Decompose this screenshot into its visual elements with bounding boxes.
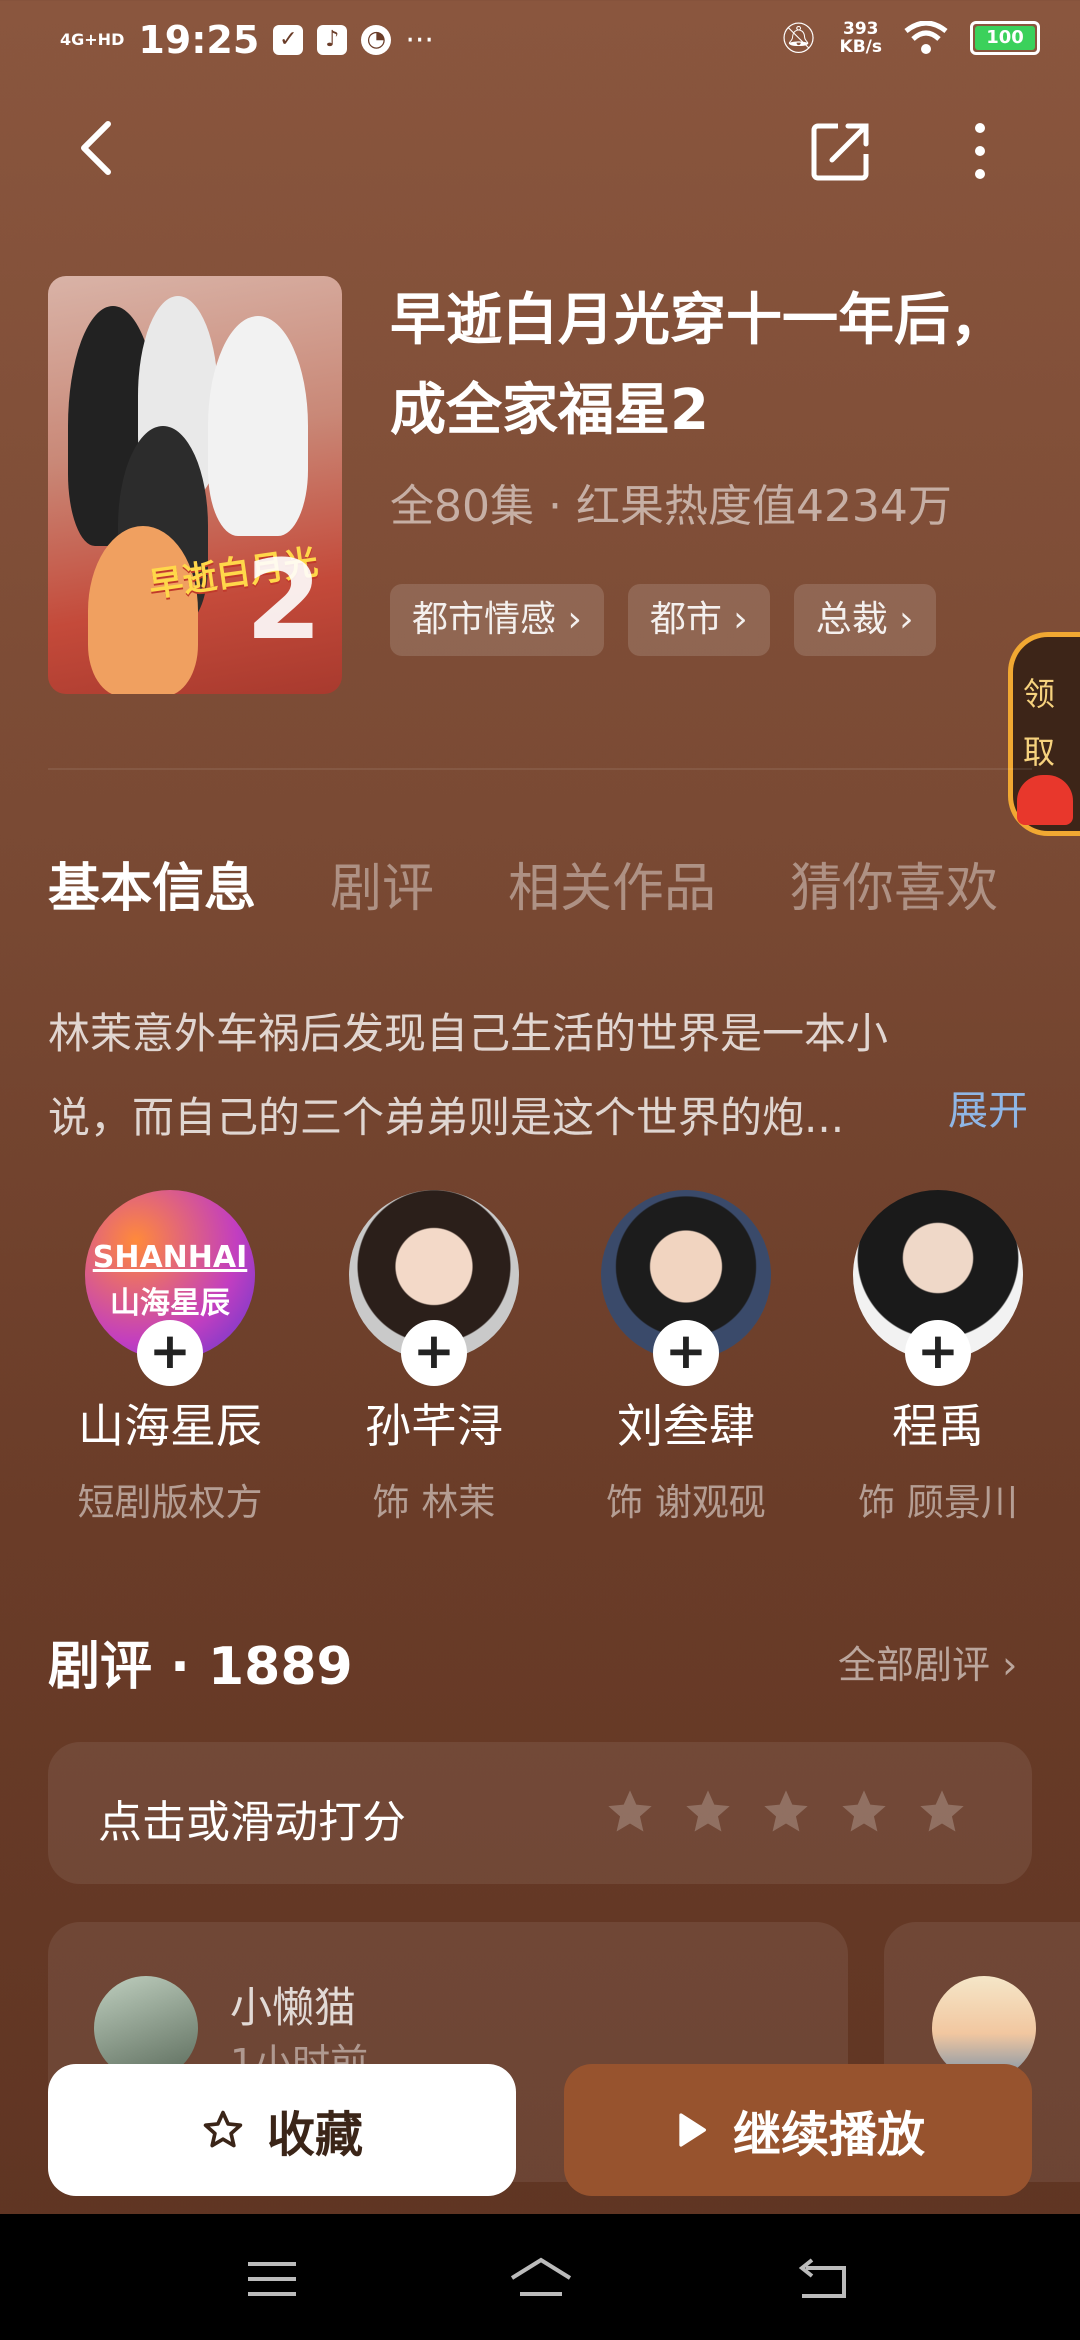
- logo-text-cn: 山海星辰: [110, 1286, 230, 1321]
- cast-item[interactable]: + 刘叁肆 饰 谢观砚: [576, 1190, 796, 1526]
- expand-synopsis-link[interactable]: 展开: [948, 1078, 1028, 1136]
- logo-text-en: SHANHAI: [92, 1240, 248, 1275]
- cast-name: 孙芊浔: [365, 1399, 503, 1453]
- star-rating[interactable]: [604, 1786, 968, 1838]
- divider: [48, 768, 1032, 770]
- more-options-icon[interactable]: [960, 118, 1000, 184]
- mute-icon: 🔕︎: [779, 20, 818, 56]
- favorite-button[interactable]: 收藏: [48, 2064, 516, 2196]
- follow-plus-icon[interactable]: +: [653, 1320, 719, 1386]
- net-speed-value: 393: [843, 19, 879, 39]
- cover-figure: [208, 316, 308, 536]
- back-nav-icon[interactable]: [792, 2254, 852, 2304]
- continue-play-label: 继续播放: [732, 2107, 925, 2163]
- star-icon[interactable]: [682, 1786, 734, 1838]
- tab-recommended[interactable]: 猜你喜欢: [790, 846, 998, 921]
- system-nav-bar: [0, 2214, 1080, 2340]
- tag-urban-romance[interactable]: 都市情感 ›: [390, 584, 604, 656]
- claim-label-2: 取: [1023, 733, 1056, 771]
- share-icon[interactable]: [808, 118, 874, 184]
- red-packet-icon: [1017, 775, 1073, 825]
- follow-plus-icon[interactable]: +: [905, 1320, 971, 1386]
- star-icon[interactable]: [838, 1786, 890, 1838]
- claim-label: 领 取: [1023, 665, 1055, 781]
- drama-title: 早逝白月光穿十一年后，成全家福星2: [390, 288, 1006, 443]
- rating-box[interactable]: 点击或滑动打分: [48, 1742, 1032, 1884]
- reviewer-name: 小懒猫: [230, 1983, 357, 2032]
- cast-role: 饰 林茉: [372, 1481, 496, 1524]
- cast-role: 饰 顾景川: [858, 1481, 1018, 1524]
- network-indicator: 4G+HD: [60, 30, 125, 49]
- cast-role: 短剧版权方: [77, 1481, 263, 1524]
- cast-role: 饰 谢观砚: [606, 1481, 766, 1524]
- tag-ceo[interactable]: 总裁 ›: [793, 584, 936, 656]
- clock: 19:25: [138, 18, 260, 62]
- status-left: 4G+HD 19:25 ✓ ♪ ◔ ···: [60, 18, 434, 62]
- cast-name: 山海星辰: [78, 1399, 262, 1453]
- cover-season-number: 2: [245, 536, 322, 664]
- back-icon[interactable]: [70, 118, 130, 178]
- star-outline-icon: [203, 2110, 243, 2148]
- play-icon: [679, 2113, 706, 2147]
- music-icon: ♪: [317, 25, 348, 55]
- net-speed-unit: KB/s: [839, 37, 882, 57]
- star-icon[interactable]: [760, 1786, 812, 1838]
- tab-related-works[interactable]: 相关作品: [508, 846, 716, 921]
- genre-tags: 都市情感 › 都市 › 总裁 ›: [390, 584, 936, 656]
- synopsis-text: 林茉意外车祸后发现自己生活的世界是一本小说，而自己的三个弟弟则是这个世界的炮..…: [48, 1009, 889, 1142]
- follow-plus-icon[interactable]: +: [137, 1320, 203, 1386]
- cast-item[interactable]: + 孙芊浔 饰 林茉: [324, 1190, 544, 1526]
- drama-cover-image[interactable]: 早逝白月光 2: [48, 276, 342, 694]
- reviews-heading: 剧评 · 1889: [48, 1637, 353, 1697]
- status-right: 🔕︎ 393 KB/s 100: [779, 20, 1040, 56]
- home-icon[interactable]: [506, 2254, 576, 2304]
- follow-plus-icon[interactable]: +: [401, 1320, 467, 1386]
- status-bar: 4G+HD 19:25 ✓ ♪ ◔ ··· 🔕︎ 393 KB/s 100: [0, 0, 1080, 84]
- continue-play-button[interactable]: 继续播放: [564, 2064, 1032, 2196]
- menu-icon[interactable]: [242, 2254, 302, 2304]
- net-speed: 393 KB/s: [840, 20, 882, 56]
- battery-level: 100: [975, 26, 1035, 50]
- star-icon[interactable]: [604, 1786, 656, 1838]
- rating-prompt: 点击或滑动打分: [98, 1797, 406, 1848]
- claim-label-1: 领: [1023, 675, 1056, 713]
- tag-urban[interactable]: 都市 ›: [627, 584, 770, 656]
- cast-name: 程禹: [892, 1399, 984, 1453]
- star-icon[interactable]: [916, 1786, 968, 1838]
- all-reviews-link[interactable]: 全部剧评 ›: [838, 1634, 1017, 1689]
- wifi-icon: [904, 21, 948, 54]
- cast-name: 刘叁肆: [617, 1399, 755, 1453]
- cast-item[interactable]: SHANHAI 山海星辰 + 山海星辰 短剧版权方: [60, 1190, 280, 1526]
- tab-reviews[interactable]: 剧评: [330, 846, 434, 921]
- tab-basic-info[interactable]: 基本信息: [48, 846, 256, 921]
- more-notifications-icon: ···: [405, 22, 434, 58]
- battery-icon: 100: [970, 21, 1040, 55]
- check-icon: ✓: [273, 25, 304, 55]
- claim-reward-widget[interactable]: 领 取: [1008, 632, 1080, 836]
- favorite-label: 收藏: [266, 2107, 363, 2163]
- cast-item[interactable]: + 程禹 饰 顾景川: [828, 1190, 1048, 1526]
- cover-figure: [88, 526, 198, 694]
- tab-bar: 基本信息 剧评 相关作品 猜你喜欢: [48, 846, 998, 921]
- speed-icon: ◔: [361, 25, 392, 55]
- drama-meta: 全80集 · 红果热度值4234万: [390, 481, 952, 532]
